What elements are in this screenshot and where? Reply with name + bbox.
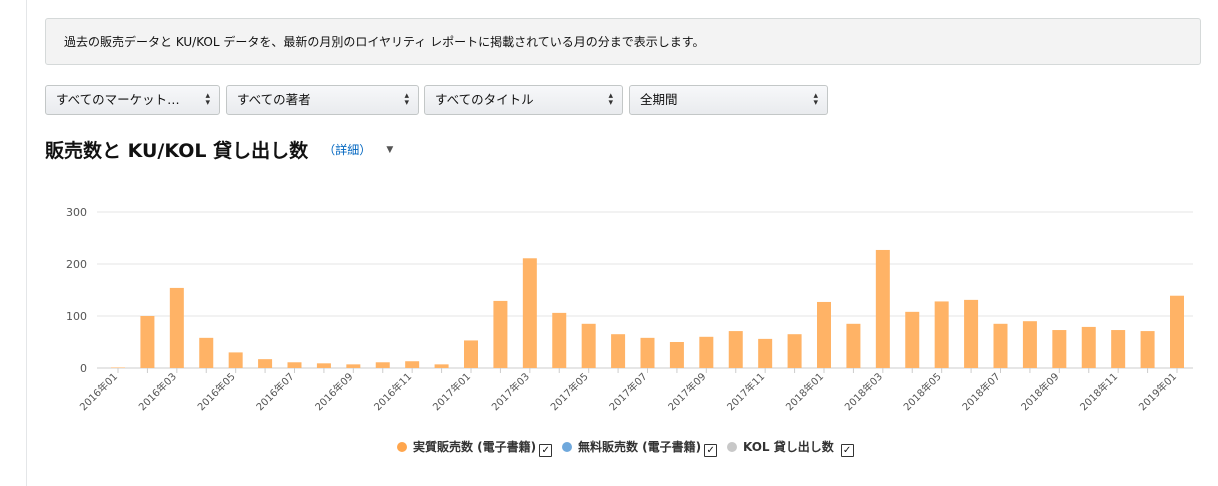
select-arrows-icon: ▴ ▾ [205, 91, 210, 108]
select-arrows-icon: ▴ ▾ [404, 91, 409, 108]
bar [346, 364, 361, 368]
x-tick-label: 2017年07 [606, 370, 649, 413]
legend-item-paid-sales[interactable]: 実質販売数 (電子書籍) ✓ [397, 438, 553, 457]
marketplace-select-label: すべてのマーケット… [56, 92, 180, 107]
info-notice: 過去の販売データと KU/KOL データを、最新の月別のロイヤリティ レポートに… [45, 18, 1201, 65]
bar [817, 301, 831, 368]
legend-dot-icon [561, 442, 572, 452]
legend-label: 実質販売数 (電子書籍) [413, 440, 537, 454]
author-select-label: すべての著者 [237, 92, 311, 107]
x-tick-label: 2017年05 [548, 370, 591, 413]
checkbox-checked-icon[interactable]: ✓ [704, 444, 718, 457]
chart-legend: 実質販売数 (電子書籍) ✓ 無料販売数 (電子書籍) ✓ KOL 貸し出し数 ✓ [397, 438, 860, 457]
legend-item-kol-loans[interactable]: KOL 貸し出し数 ✓ [726, 438, 854, 457]
marketplace-select[interactable]: すべてのマーケット… ▴ ▾ [45, 85, 220, 115]
bar [1170, 295, 1184, 368]
x-tick-label: 2017年09 [665, 370, 708, 413]
bar [287, 362, 302, 368]
y-tick-label: 0 [80, 362, 87, 375]
bar [258, 359, 273, 368]
bar [522, 258, 537, 368]
bar [758, 338, 773, 368]
legend-dot-icon [397, 442, 407, 452]
x-tick-label: 2016年07 [253, 370, 296, 413]
y-tick-label: 200 [66, 258, 87, 271]
bar [169, 287, 184, 368]
x-tick-label: 2016年09 [312, 370, 355, 413]
x-tick-label: 2018年03 [842, 370, 885, 413]
checkbox-checked-icon[interactable]: ✓ [539, 444, 553, 457]
period-select-label: 全期間 [640, 92, 678, 107]
bar [611, 334, 626, 368]
chart-heading: 販売数と KU/KOL 貸し出し数 （詳細） ▼ [45, 136, 393, 170]
x-tick-label: 2019年01 [1136, 370, 1179, 413]
bar [1052, 330, 1067, 368]
title-select-label: すべてのタイトル [435, 92, 534, 107]
sales-bar-chart: 0 100 200 300 2016年01 2016年03 2016年05 2016年07 20… [66, 206, 1193, 413]
x-tick-label: 2017年11 [724, 370, 767, 413]
x-tick-label: 2018年07 [959, 370, 1002, 413]
bar [493, 300, 508, 368]
y-tick-label: 100 [66, 310, 87, 323]
legend-dot-icon [726, 442, 737, 452]
bar [875, 249, 890, 368]
period-select[interactable]: 全期間 ▴ ▾ [629, 85, 828, 115]
legend-item-free-sales[interactable]: 無料販売数 (電子書籍) ✓ [561, 438, 718, 457]
bar [905, 311, 920, 368]
bar [1111, 330, 1126, 368]
bar [640, 337, 655, 368]
x-tick-label: 2018年05 [901, 370, 944, 413]
y-tick-label: 300 [66, 206, 87, 219]
bar [316, 363, 331, 368]
x-tick-label: 2018年01 [783, 370, 826, 413]
notice-text: 過去の販売データと KU/KOL データを、最新の月別のロイヤリティ レポートに… [64, 35, 705, 49]
select-arrows-icon: ▴ ▾ [608, 91, 613, 108]
bar [934, 301, 949, 368]
bar [375, 362, 390, 368]
bar [111, 367, 125, 368]
bar [846, 323, 861, 368]
bar [1140, 331, 1155, 368]
title-select[interactable]: すべてのタイトル ▴ ▾ [424, 85, 623, 115]
bar [405, 361, 420, 368]
bar [1081, 326, 1096, 368]
bar [434, 364, 449, 368]
chart-title: 販売数と KU/KOL 貸し出し数 [45, 140, 309, 162]
x-tick-label: 2017年03 [489, 370, 532, 413]
bar [964, 299, 979, 368]
bar [464, 340, 478, 368]
bar [140, 316, 155, 368]
x-tick-label: 2016年05 [195, 370, 238, 413]
bar [228, 352, 243, 368]
x-tick-label: 2018年11 [1077, 370, 1120, 413]
bar [1022, 321, 1037, 368]
left-border [26, 0, 27, 486]
x-tick-label: 2016年01 [77, 370, 120, 413]
select-arrows-icon: ▴ ▾ [813, 91, 818, 108]
caret-down-icon[interactable]: ▼ [386, 145, 393, 155]
x-tick-label: 2016年11 [371, 370, 414, 413]
bar [728, 331, 743, 368]
x-tick-label: 2016年03 [136, 370, 179, 413]
bar [669, 342, 684, 368]
legend-label: 無料販売数 (電子書籍) [577, 440, 702, 454]
legend-label: KOL 貸し出し数 [742, 440, 834, 454]
x-tick-label: 2017年01 [430, 370, 473, 413]
checkbox-checked-icon[interactable]: ✓ [840, 444, 854, 457]
bar [699, 336, 714, 368]
bar [993, 323, 1008, 368]
bar [787, 334, 802, 368]
author-select[interactable]: すべての著者 ▴ ▾ [226, 85, 419, 115]
bar [581, 323, 596, 368]
x-tick-label: 2018年09 [1018, 370, 1061, 413]
detail-link[interactable]: （詳細） [323, 143, 371, 157]
bar [199, 337, 214, 368]
bar [552, 312, 567, 368]
